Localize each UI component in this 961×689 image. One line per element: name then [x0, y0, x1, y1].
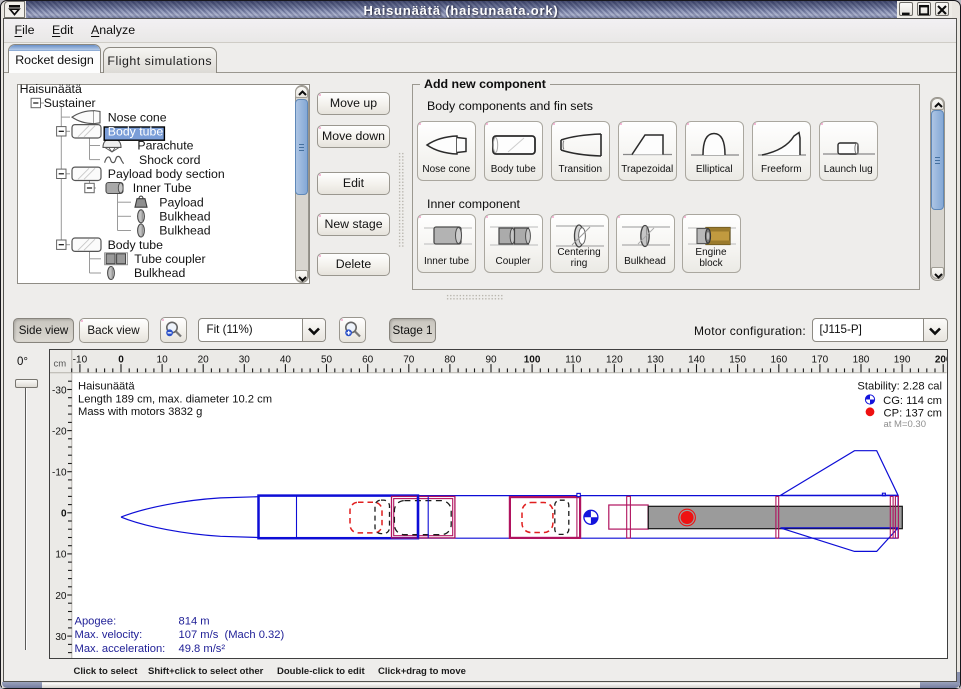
svg-text:90: 90: [485, 354, 497, 365]
svg-text:130: 130: [647, 354, 664, 365]
svg-text:Bulkhead: Bulkhead: [134, 266, 185, 280]
svg-text:814 m: 814 m: [178, 615, 209, 627]
svg-text:cm: cm: [53, 358, 66, 369]
svg-text:Sustainer: Sustainer: [44, 96, 96, 110]
svg-text:Parachute: Parachute: [137, 139, 193, 153]
svg-text:Bulkhead: Bulkhead: [159, 224, 210, 238]
svg-text:10: 10: [156, 354, 168, 365]
svg-text:170: 170: [811, 354, 828, 365]
svg-text:10: 10: [55, 549, 67, 560]
svg-text:0: 0: [60, 508, 66, 519]
svg-text:100: 100: [523, 354, 540, 365]
svg-text:Payload: Payload: [159, 195, 204, 209]
svg-text:20: 20: [197, 354, 209, 365]
svg-text:Mass with motors 3832 g: Mass with motors 3832 g: [78, 406, 202, 418]
svg-text:Haisunäätä: Haisunäätä: [78, 380, 135, 392]
svg-text:140: 140: [688, 354, 705, 365]
svg-text:Shock cord: Shock cord: [139, 153, 201, 167]
svg-text:Haisunäätä: Haisunäätä: [20, 84, 82, 96]
svg-text:Stability: 2.28 cal: Stability: 2.28 cal: [857, 380, 942, 392]
svg-text:40: 40: [279, 354, 291, 365]
svg-text:Inner Tube: Inner Tube: [133, 181, 192, 195]
svg-text:30: 30: [55, 631, 67, 642]
svg-text:-10: -10: [52, 467, 67, 478]
svg-text:Bulkhead: Bulkhead: [159, 210, 210, 224]
svg-text:120: 120: [605, 354, 622, 365]
svg-text:at M=0.30: at M=0.30: [883, 419, 926, 430]
svg-text:107 m/s (Mach 0.32): 107 m/s (Mach 0.32): [178, 629, 284, 641]
svg-text:20: 20: [55, 590, 67, 601]
svg-text:Max. acceleration:: Max. acceleration:: [74, 642, 165, 654]
svg-text:-30: -30: [52, 385, 67, 396]
svg-text:60: 60: [362, 354, 374, 365]
svg-text:Length 189 cm, max. diameter 1: Length 189 cm, max. diameter 10.2 cm: [78, 393, 272, 405]
svg-text:-20: -20: [52, 426, 67, 437]
svg-text:160: 160: [770, 354, 787, 365]
svg-text:50: 50: [320, 354, 332, 365]
svg-text:CP: 137 cm: CP: 137 cm: [883, 407, 941, 419]
svg-text:-10: -10: [72, 354, 87, 365]
svg-text:30: 30: [238, 354, 250, 365]
svg-text:150: 150: [729, 354, 746, 365]
svg-text:CG: 114 cm: CG: 114 cm: [883, 395, 942, 407]
svg-text:70: 70: [403, 354, 415, 365]
svg-text:Apogee:: Apogee:: [74, 615, 116, 627]
svg-text:200: 200: [934, 354, 947, 365]
svg-text:Body tube: Body tube: [108, 125, 164, 139]
svg-text:110: 110: [565, 354, 581, 365]
svg-text:49.8 m/s²: 49.8 m/s²: [178, 642, 225, 654]
svg-text:Payload body section: Payload body section: [108, 167, 225, 181]
svg-text:Nose cone: Nose cone: [108, 110, 167, 124]
svg-text:0: 0: [118, 354, 124, 365]
svg-text:Tube coupler: Tube coupler: [134, 252, 205, 266]
svg-text:Body tube: Body tube: [108, 238, 164, 252]
svg-text:180: 180: [852, 354, 869, 365]
svg-text:80: 80: [444, 354, 456, 365]
svg-text:190: 190: [893, 354, 910, 365]
svg-text:Max. velocity:: Max. velocity:: [74, 629, 142, 641]
